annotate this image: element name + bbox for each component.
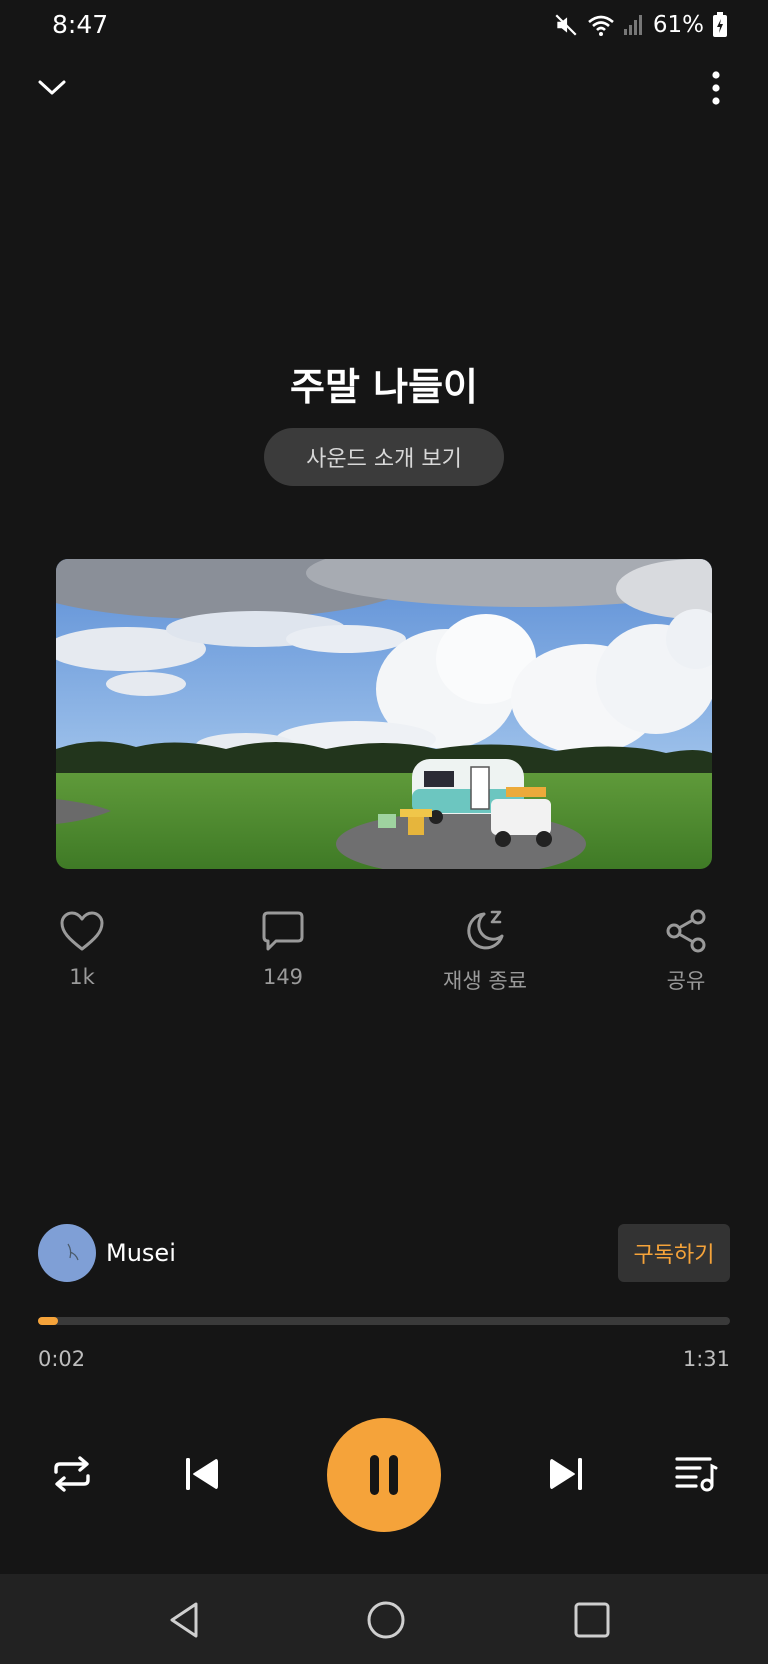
pause-button[interactable] [327, 1418, 441, 1532]
signal-icon [623, 15, 642, 35]
progress-bar[interactable] [38, 1317, 730, 1325]
playlist-button[interactable] [668, 1446, 724, 1502]
status-time: 8:47 [52, 10, 109, 39]
status-bar: 8:47 61% [0, 0, 768, 52]
comment-count: 149 [262, 965, 304, 989]
skip-previous-icon [186, 1458, 218, 1490]
share-icon [666, 909, 706, 953]
creator-row[interactable]: Musei [38, 1224, 176, 1282]
progress-fill [38, 1317, 58, 1325]
status-icons: 61% [553, 10, 728, 40]
collapse-button[interactable] [28, 64, 76, 112]
repeat-button[interactable] [44, 1446, 100, 1502]
nav-home-button[interactable] [360, 1594, 412, 1646]
pause-icon [370, 1455, 398, 1495]
current-time: 0:02 [38, 1347, 86, 1371]
battery-icon [713, 12, 727, 37]
skip-next-icon [550, 1458, 582, 1490]
share-label: 공유 [666, 969, 706, 993]
nav-back-button[interactable] [158, 1594, 210, 1646]
sound-title: 주말 나들이 [289, 365, 479, 409]
sleep-timer-button[interactable]: 재생 종료 [420, 905, 550, 995]
more-vertical-icon [712, 71, 720, 105]
previous-button[interactable] [174, 1446, 230, 1502]
action-row: 1k 149 재생 종료 공유 [0, 905, 768, 1005]
home-circle-icon [367, 1601, 405, 1639]
avatar[interactable] [38, 1224, 96, 1282]
back-triangle-icon [170, 1602, 198, 1638]
recents-square-icon [574, 1602, 610, 1638]
mute-icon [555, 14, 577, 36]
total-time: 1:31 [682, 1347, 730, 1371]
repeat-icon [54, 1456, 90, 1492]
more-options-button[interactable] [692, 64, 740, 112]
next-button[interactable] [538, 1446, 594, 1502]
subscribe-button[interactable]: 구독하기 [618, 1224, 730, 1282]
sleep-timer-label: 재생 종료 [443, 969, 527, 993]
like-button[interactable]: 1k [17, 905, 147, 989]
sleep-timer-icon [467, 910, 504, 950]
playlist-icon [675, 1457, 718, 1492]
comment-icon [262, 911, 304, 951]
battery-percent: 61% [652, 12, 704, 38]
sound-intro-button[interactable]: 사운드 소개 보기 [264, 428, 504, 486]
nav-recents-button[interactable] [566, 1594, 618, 1646]
cover-image [56, 559, 712, 869]
system-nav-bar [0, 1574, 768, 1664]
comment-button[interactable]: 149 [218, 905, 348, 989]
wifi-icon [588, 15, 614, 36]
creator-name[interactable]: Musei [106, 1239, 176, 1267]
like-count: 1k [69, 965, 95, 989]
share-button[interactable]: 공유 [621, 905, 751, 995]
heart-icon [60, 911, 104, 951]
chevron-down-icon [38, 80, 66, 95]
